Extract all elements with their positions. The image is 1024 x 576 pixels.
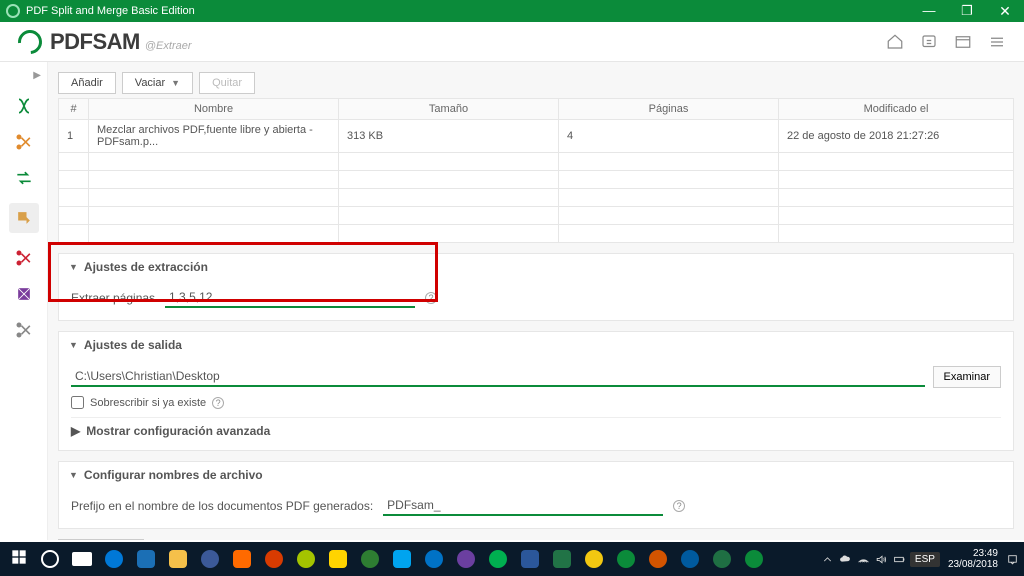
filenames-panel: ▼Configurar nombres de archivo Prefijo e… xyxy=(58,461,1014,529)
extract-icon[interactable] xyxy=(9,203,39,233)
output-panel: ▼Ajustes de salida Examinar Sobrescribir… xyxy=(58,331,1014,451)
taskbar-app[interactable] xyxy=(578,545,610,573)
system-tray[interactable]: ESP 23:49 23/08/2018 xyxy=(820,548,1020,570)
taskbar-app[interactable] xyxy=(386,545,418,573)
tray-notifications-icon[interactable] xyxy=(1004,551,1020,567)
log-icon[interactable] xyxy=(946,25,980,59)
minimize-button[interactable]: — xyxy=(910,0,948,22)
merge-icon[interactable] xyxy=(13,95,35,117)
taskbar-app[interactable] xyxy=(354,545,386,573)
sidebar: ▶ xyxy=(0,62,48,540)
taskbar-app[interactable] xyxy=(450,545,482,573)
logo-icon xyxy=(13,25,47,59)
taskbar-app[interactable] xyxy=(674,545,706,573)
taskbar-app[interactable] xyxy=(258,545,290,573)
start-button[interactable] xyxy=(4,549,34,570)
taskbar-app[interactable] xyxy=(610,545,642,573)
alternate-icon[interactable] xyxy=(13,167,35,189)
split-size-icon[interactable] xyxy=(13,319,35,341)
taskbar-app[interactable] xyxy=(418,545,450,573)
extract-label: Extraer páginas xyxy=(71,291,155,305)
file-table: # Nombre Tamaño Páginas Modificado el 1 … xyxy=(58,98,1014,243)
overwrite-checkbox[interactable] xyxy=(71,396,84,409)
taskbar-pdfsam[interactable] xyxy=(738,545,770,573)
col-size[interactable]: Tamaño xyxy=(339,99,559,120)
taskbar-app[interactable] xyxy=(226,545,258,573)
extract-pages-input[interactable] xyxy=(165,288,415,308)
output-title: Ajustes de salida xyxy=(84,338,182,352)
tray-volume-icon[interactable] xyxy=(874,551,890,567)
col-modified[interactable]: Modificado el xyxy=(779,99,1014,120)
add-button[interactable]: Añadir xyxy=(58,72,116,94)
breadcrumb: @Extraer xyxy=(145,40,192,52)
language-indicator[interactable]: ESP xyxy=(910,552,940,567)
taskbar-app[interactable] xyxy=(642,545,674,573)
taskbar-store[interactable] xyxy=(130,545,162,573)
taskbar-cortana[interactable] xyxy=(34,545,66,573)
filenames-title: Configurar nombres de archivo xyxy=(84,468,263,482)
extract-panel: ▼Ajustes de extracción Extraer páginas ? xyxy=(58,253,1014,321)
taskbar-app[interactable] xyxy=(194,545,226,573)
extract-title: Ajustes de extracción xyxy=(84,260,208,274)
tray-battery-icon[interactable] xyxy=(892,551,908,567)
table-row[interactable]: 1 Mezclar archivos PDF,fuente libre y ab… xyxy=(59,120,1014,153)
advanced-toggle[interactable]: Mostrar configuración avanzada xyxy=(86,424,270,438)
windows-taskbar[interactable]: ESP 23:49 23/08/2018 xyxy=(0,542,1024,576)
prefix-input[interactable] xyxy=(383,496,663,516)
menu-icon[interactable] xyxy=(980,25,1014,59)
taskbar-taskview[interactable] xyxy=(66,545,98,573)
taskbar-app[interactable] xyxy=(290,545,322,573)
sidebar-expand-icon[interactable]: ▶ xyxy=(33,70,41,81)
col-index[interactable]: # xyxy=(59,99,89,120)
tray-onedrive-icon[interactable] xyxy=(838,551,854,567)
split-bookmarks-icon[interactable] xyxy=(13,247,35,269)
taskbar-app[interactable] xyxy=(482,545,514,573)
taskbar-app[interactable] xyxy=(322,545,354,573)
clock[interactable]: 23:49 23/08/2018 xyxy=(948,548,998,570)
news-icon[interactable] xyxy=(912,25,946,59)
taskbar-app[interactable] xyxy=(546,545,578,573)
prefix-label: Prefijo en el nombre de los documentos P… xyxy=(71,499,373,513)
maximize-button[interactable]: ❐ xyxy=(948,0,986,22)
overwrite-label: Sobrescribir si ya existe xyxy=(90,397,206,409)
remove-button[interactable]: Quitar xyxy=(199,72,255,94)
app-icon xyxy=(6,4,20,18)
taskbar-app[interactable] xyxy=(706,545,738,573)
taskbar-explorer[interactable] xyxy=(162,545,194,573)
help-icon[interactable]: ? xyxy=(673,500,685,512)
split-icon[interactable] xyxy=(13,131,35,153)
help-icon[interactable]: ? xyxy=(425,292,437,304)
home-icon[interactable] xyxy=(878,25,912,59)
output-path-input[interactable] xyxy=(71,367,925,387)
close-button[interactable]: ✕ xyxy=(986,0,1024,22)
clear-button[interactable]: Vaciar▼ xyxy=(122,72,193,94)
window-title: PDF Split and Merge Basic Edition xyxy=(26,5,910,17)
tray-network-icon[interactable] xyxy=(856,551,872,567)
tray-up-icon[interactable] xyxy=(820,551,836,567)
rotate-icon[interactable] xyxy=(13,283,35,305)
taskbar-edge[interactable] xyxy=(98,545,130,573)
execute-button[interactable]: Ejecutar xyxy=(58,539,144,540)
help-icon[interactable]: ? xyxy=(212,397,224,409)
logo-text: PDFSAM xyxy=(50,29,140,55)
col-pages[interactable]: Páginas xyxy=(559,99,779,120)
col-name[interactable]: Nombre xyxy=(89,99,339,120)
browse-button[interactable]: Examinar xyxy=(933,366,1001,388)
taskbar-app[interactable] xyxy=(514,545,546,573)
